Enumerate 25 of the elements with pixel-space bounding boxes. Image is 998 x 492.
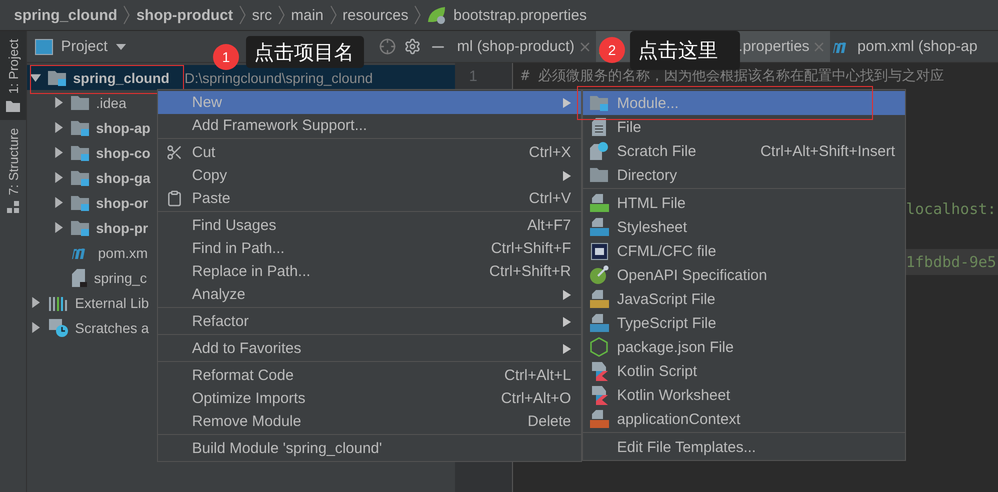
shortcut-text: Ctrl+Shift+R [489, 263, 571, 280]
shortcut-text: Alt+F7 [527, 217, 571, 234]
project-path: D:\springclound\spring_clound [184, 70, 373, 86]
shortcut-text: Ctrl+X [528, 144, 571, 161]
shortcut-text: Delete [528, 413, 571, 430]
tree-label: External Lib [75, 294, 149, 310]
callout-tooltip: 点击项目名 [246, 36, 364, 68]
code-text: localhost: [906, 200, 996, 218]
tree-label: shop-ga [96, 170, 150, 186]
shortcut-text: Ctrl+Shift+F [490, 240, 571, 257]
tree-label: shop-ap [96, 120, 150, 136]
code-text: 1fbdbd-9e5 [906, 252, 996, 271]
tree-label: .idea [96, 94, 126, 110]
tree-label: Scratches a [75, 320, 149, 336]
tree-label: pom.xm [98, 244, 148, 260]
tree-label: spring_clound [73, 70, 170, 86]
tree-label: shop-pr [96, 220, 148, 236]
shortcut-text: Ctrl+Alt+O [500, 390, 571, 407]
shortcut-text: Ctrl+Alt+Shift+Insert [760, 142, 895, 160]
shortcut-text: Ctrl+V [528, 190, 571, 207]
shortcut-text: Ctrl+Alt+L [504, 367, 571, 384]
tree-label: shop-co [96, 144, 150, 160]
tree-label: spring_c [94, 270, 147, 286]
tree-label: shop-or [96, 194, 148, 210]
callout-tooltip: 点击这里 [630, 31, 740, 70]
